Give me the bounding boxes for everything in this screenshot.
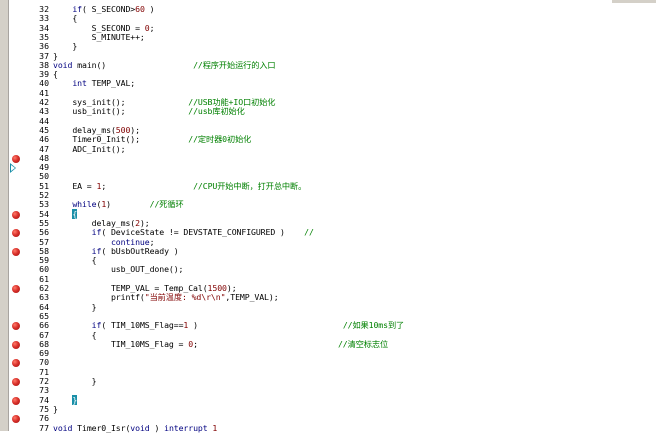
code-token: //死循环 [150, 199, 184, 209]
code-token: EA = [53, 181, 96, 191]
code-token: ADC_Init(); [53, 144, 125, 154]
code-line-64[interactable]: 64 } [0, 303, 658, 313]
code-text[interactable]: } [53, 377, 96, 387]
code-line-43[interactable]: 43 usb_init(); //usb库初始化 [0, 107, 658, 117]
code-token: ) [150, 423, 165, 433]
code-token: void [53, 423, 72, 433]
code-text[interactable]: EA = 1; //CPU开始中断，打开总中断。 [53, 182, 306, 192]
code-token: //如果10ms到了 [343, 320, 404, 330]
code-token: TEMP_VAL; [87, 78, 135, 88]
code-token: //usb库初始化 [188, 106, 245, 116]
code-text[interactable]: int TEMP_VAL; [53, 79, 135, 89]
scrollbar-stub [612, 0, 656, 3]
code-line-48[interactable]: 48 [0, 154, 658, 164]
code-token: //定时器0初始化 [188, 134, 251, 144]
code-text[interactable]: } [53, 405, 58, 415]
code-token: //程序开始运行的入口 [193, 60, 275, 70]
code-text[interactable]: ADC_Init(); [53, 145, 125, 155]
code-token: ( bUsbOutReady ) [101, 246, 178, 256]
breakpoint-icon[interactable] [12, 229, 20, 237]
code-token: ; [150, 23, 155, 33]
code-line-66[interactable]: 66 if( TIM_10MS_Flag==1 ) //如果10ms到了 [0, 321, 658, 331]
code-line-51[interactable]: 51 EA = 1; //CPU开始中断，打开总中断。 [0, 182, 658, 192]
code-line-53[interactable]: 53 while(1) //死循环 [0, 200, 658, 210]
code-text[interactable]: usb_init(); //usb库初始化 [53, 107, 245, 117]
breakpoint-icon[interactable] [12, 341, 20, 349]
code-line-49[interactable]: 49 [0, 163, 658, 173]
breakpoint-icon[interactable] [12, 322, 20, 330]
code-token [53, 78, 72, 88]
code-token: } [53, 302, 96, 312]
code-token: int [72, 78, 87, 88]
code-token: TIM_10MS_Flag = [53, 339, 188, 349]
breakpoint-icon[interactable] [12, 155, 20, 163]
breakpoint-icon[interactable] [12, 285, 20, 293]
code-line-68[interactable]: 68 TIM_10MS_Flag = 0; //清空标志位 [0, 340, 658, 350]
code-token: ( S_SECOND> [82, 4, 135, 14]
code-line-60[interactable]: 60 usb_OUT_done(); [0, 265, 658, 275]
code-line-63[interactable]: 63 printf("当前温度: %d\r\n",TEMP_VAL); [0, 293, 658, 303]
code-line-36[interactable]: 36 } [0, 42, 658, 52]
code-text[interactable]: void main() //程序开始运行的入口 [53, 61, 276, 71]
code-line-71[interactable]: 71 [0, 368, 658, 378]
code-editor[interactable]: 32 if( S_SECOND>60 )33 {34 S_SECOND = 0;… [0, 0, 658, 431]
code-token: main() [72, 60, 193, 70]
code-token: // [304, 227, 314, 237]
code-token: 1 [212, 423, 217, 433]
code-line-38[interactable]: 38void main() //程序开始运行的入口 [0, 61, 658, 71]
code-token: ) [188, 320, 343, 330]
code-text[interactable]: TIM_10MS_Flag = 0; //清空标志位 [53, 340, 388, 350]
code-line-72[interactable]: 72 } [0, 377, 658, 387]
code-token: usb_OUT_done(); [53, 264, 183, 274]
code-line-32[interactable]: 32 if( S_SECOND>60 ) [0, 5, 658, 15]
breakpoint-icon[interactable] [12, 415, 20, 423]
code-token: //CPU开始中断，打开总中断。 [193, 181, 306, 191]
breakpoint-icon[interactable] [12, 359, 20, 367]
code-token: ) [106, 199, 149, 209]
code-token: Timer0_Isr( [72, 423, 130, 433]
code-token: } [53, 404, 58, 414]
line-number: 77 [24, 424, 49, 433]
code-line-69[interactable]: 69 [0, 349, 658, 359]
code-token: 60 [135, 4, 145, 14]
code-text[interactable]: } [53, 303, 96, 313]
code-line-47[interactable]: 47 ADC_Init(); [0, 145, 658, 155]
code-text[interactable]: void Timer0_Isr(void ) interrupt 1 [53, 424, 217, 433]
code-text[interactable]: usb_OUT_done(); [53, 265, 183, 275]
code-token: ( TIM_10MS_Flag== [101, 320, 183, 330]
code-line-75[interactable]: 75} [0, 405, 658, 415]
code-token: } [53, 376, 96, 386]
code-line-70[interactable]: 70 [0, 358, 658, 368]
code-line-58[interactable]: 58 if( bUsbOutReady ) [0, 247, 658, 257]
code-token: interrupt [164, 423, 207, 433]
breakpoint-icon[interactable] [12, 248, 20, 256]
breakpoint-icon[interactable] [12, 397, 20, 405]
code-text[interactable]: if( TIM_10MS_Flag==1 ) //如果10ms到了 [53, 321, 404, 331]
code-token: ; [193, 339, 338, 349]
code-token: void [130, 423, 149, 433]
code-token: while [72, 199, 96, 209]
code-token: "当前温度: %d\r\n" [145, 292, 226, 302]
code-token: ) [145, 4, 155, 14]
breakpoint-icon[interactable] [12, 378, 20, 386]
code-line-40[interactable]: 40 int TEMP_VAL; [0, 79, 658, 89]
code-token: //清空标志位 [338, 339, 388, 349]
code-token: usb_init(); [53, 106, 188, 116]
breakpoint-icon[interactable] [12, 211, 20, 219]
code-line-74[interactable]: 74 } [0, 396, 658, 406]
code-line-35[interactable]: 35 S_MINUTE++; [0, 33, 658, 43]
code-line-77[interactable]: 77 void Timer0_Isr(void ) interrupt 1 [0, 424, 658, 433]
code-token: ,TEMP_VAL); [225, 292, 278, 302]
code-token: ; [101, 181, 193, 191]
code-token: } [72, 395, 77, 405]
code-line-73[interactable]: 73 [0, 386, 658, 396]
